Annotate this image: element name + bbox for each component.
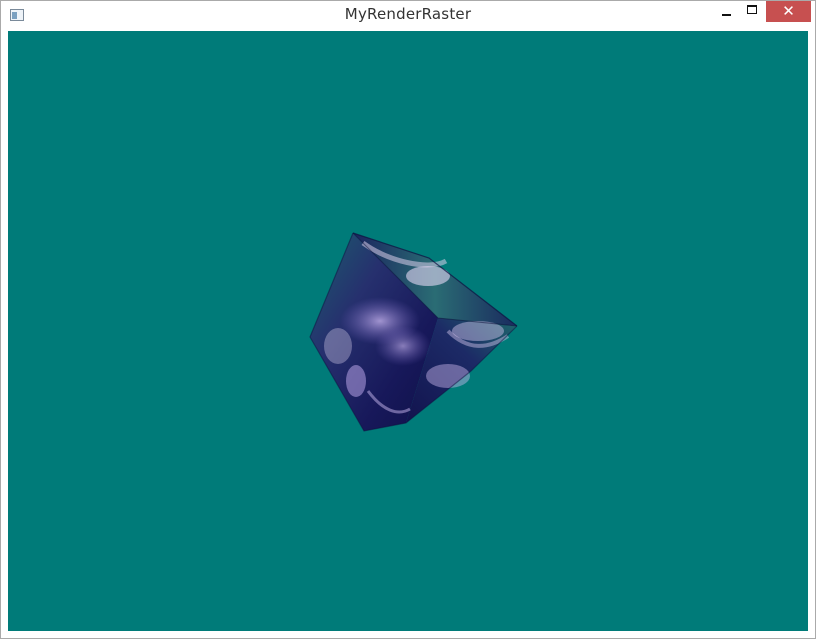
close-icon: ✕: [782, 2, 795, 20]
render-viewport[interactable]: [8, 31, 808, 631]
title-bar[interactable]: MyRenderRaster ✕: [1, 1, 815, 31]
maximize-button[interactable]: [739, 1, 765, 22]
textured-cube: [309, 232, 518, 432]
close-button[interactable]: ✕: [766, 1, 811, 22]
window-title: MyRenderRaster: [344, 5, 472, 23]
minimize-icon: [721, 13, 731, 16]
application-window: MyRenderRaster ✕: [0, 0, 816, 639]
maximize-icon: [747, 5, 757, 14]
minimize-button[interactable]: [713, 1, 739, 22]
